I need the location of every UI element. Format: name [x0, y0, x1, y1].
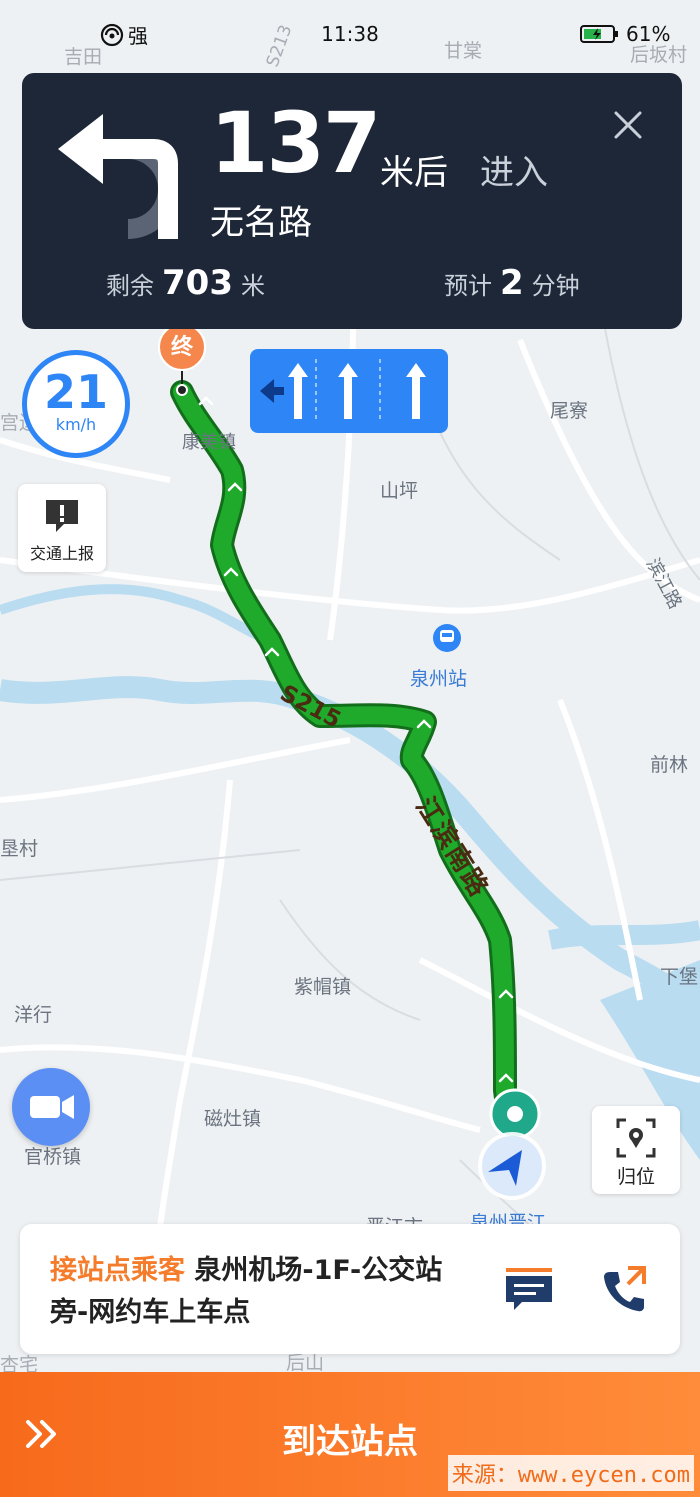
speed-indicator: 21 km/h: [22, 350, 130, 458]
left-lane-arrow-icon: [260, 379, 284, 403]
video-record-button[interactable]: [12, 1068, 90, 1146]
battery-indicator: 61%: [580, 22, 670, 46]
map-label: 前林: [650, 754, 689, 776]
battery-icon: [580, 25, 618, 43]
turn-action: 进入: [480, 153, 548, 193]
map-label: 垦村: [0, 838, 39, 860]
remaining-label: 剩余: [106, 272, 154, 300]
map-label: 官桥镇: [24, 1146, 82, 1168]
traffic-report-label: 交通上报: [29, 544, 94, 563]
turn-left-icon: [58, 114, 178, 239]
video-camera-icon: [30, 1095, 74, 1119]
map-label: 紫帽镇: [294, 976, 352, 998]
eta-label: 预计: [444, 272, 492, 300]
battery-percent: 61%: [626, 22, 671, 46]
map-label: 康美镇: [182, 432, 236, 453]
map-label: 洋行: [14, 1004, 53, 1026]
speed-value: 21: [43, 365, 108, 419]
straight-lane-arrow-icon: [288, 363, 426, 419]
map-label: 泉州站: [410, 668, 468, 690]
recenter-button[interactable]: 归位: [592, 1106, 680, 1194]
pickup-card: 接站点乘客 泉州机场-1F-公交站旁-网约车上车点: [20, 1224, 680, 1354]
destination-marker: 终: [158, 323, 206, 371]
eta: 预计 2 分钟: [444, 263, 580, 303]
map-label: 下堡: [660, 966, 699, 988]
locate-icon: [616, 1118, 656, 1158]
remaining-unit: 米: [240, 272, 265, 300]
next-road-name: 无名路: [210, 203, 312, 243]
turn-distance-unit: 米后: [380, 153, 448, 193]
eta-value: 2: [500, 263, 524, 303]
close-icon[interactable]: [608, 105, 648, 145]
watermark: 来源：www.eycen.com: [447, 1455, 694, 1491]
phone-call-icon[interactable]: [598, 1264, 648, 1314]
map-label: 尾寮: [550, 400, 589, 422]
turn-distance: 137: [210, 94, 381, 192]
recenter-label: 归位: [616, 1166, 655, 1188]
eta-unit: 分钟: [531, 272, 580, 300]
pickup-info: 接站点乘客 泉州机场-1F-公交站旁-网约车上车点: [50, 1250, 480, 1334]
report-icon: [46, 500, 78, 532]
map-label: 山坪: [380, 480, 419, 502]
traffic-report-button[interactable]: 交通上报: [18, 484, 106, 572]
arrive-station-button[interactable]: 到达站点 来源：www.eycen.com: [0, 1372, 700, 1497]
map-label: 磁灶镇: [204, 1108, 262, 1130]
remaining-distance: 剩余 703 米: [106, 263, 265, 303]
status-bar: 强 11:38 61%: [0, 0, 700, 66]
message-icon[interactable]: [504, 1264, 554, 1314]
lane-guide: [250, 349, 448, 433]
navigation-card: 137 米后 进入 无名路 剩余 703 米 预计 2 分钟: [22, 73, 682, 329]
pickup-tag: 接站点乘客: [50, 1255, 185, 1286]
speed-unit: km/h: [55, 415, 97, 434]
remaining-value: 703: [162, 263, 233, 303]
